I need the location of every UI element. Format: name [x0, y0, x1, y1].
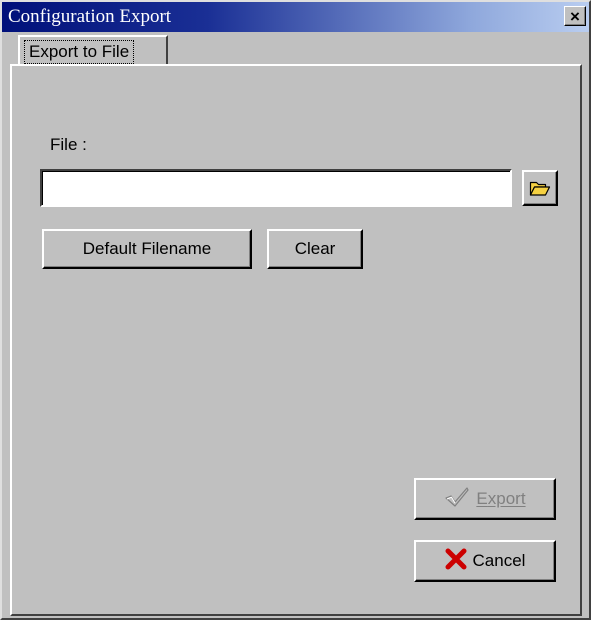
clear-label: Clear — [294, 239, 336, 258]
title-bar[interactable]: Configuration Export × — [2, 2, 589, 32]
close-icon: × — [570, 6, 580, 26]
tab-export-to-file[interactable]: Export to File — [18, 35, 168, 65]
window-title: Configuration Export — [8, 6, 172, 27]
file-label: File : — [50, 135, 87, 154]
export-label: Export — [476, 489, 526, 508]
cancel-label: Cancel — [472, 551, 526, 570]
default-filename-label: Default Filename — [82, 239, 212, 258]
folder-open-icon — [529, 181, 551, 196]
tab-panel — [10, 64, 582, 616]
red-x-icon — [445, 548, 467, 575]
checkmark-icon — [444, 486, 470, 513]
configuration-export-dialog: Configuration Export × Export to File Fi… — [0, 0, 591, 620]
clear-button[interactable]: Clear — [267, 229, 363, 269]
file-path-input[interactable] — [40, 169, 512, 207]
export-button[interactable]: Export — [414, 478, 556, 520]
tab-label: Export to File — [24, 40, 135, 64]
cancel-button[interactable]: Cancel — [414, 540, 556, 582]
browse-button[interactable] — [522, 170, 558, 206]
default-filename-button[interactable]: Default Filename — [42, 229, 252, 269]
close-button[interactable]: × — [564, 6, 586, 26]
